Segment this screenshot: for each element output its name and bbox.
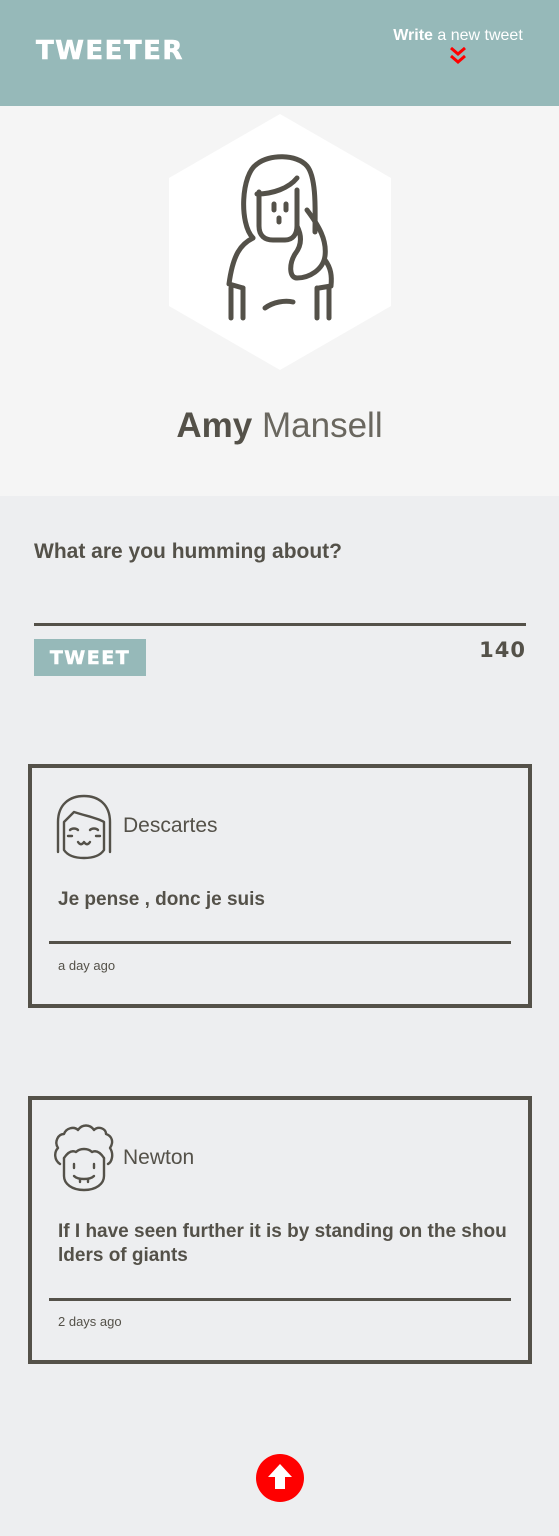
tweet-text-input[interactable] [34, 532, 526, 626]
tweet-divider [49, 941, 511, 944]
character-counter: 140 [479, 638, 526, 662]
tweet-timestamp: a day ago [58, 958, 116, 973]
top-nav: TWEETER Write a new tweet [0, 0, 559, 106]
tweet-author[interactable]: Newton [123, 1146, 194, 1170]
profile-first-name: Amy [176, 406, 253, 445]
compose-toggle-bold: Write [393, 27, 433, 44]
brand-logo[interactable]: TWEETER [36, 36, 184, 67]
woman-avatar-icon [169, 114, 391, 370]
tweet-text: Je pense , donc je suis [58, 889, 265, 910]
tweet-card: Descartes Je pense , donc je suis a day … [28, 764, 532, 1008]
chevron-double-down-icon [450, 47, 466, 64]
arrow-up-icon [268, 1464, 292, 1489]
tweet-divider [49, 1298, 511, 1301]
scroll-to-top-button[interactable] [256, 1454, 304, 1502]
tweet-text: If I have seen further it is by standing… [58, 1221, 507, 1266]
profile-last-name: Mansell [262, 406, 383, 445]
write-new-tweet-toggle[interactable]: Write a new tweet [390, 27, 526, 75]
tweet-timestamp: 2 days ago [58, 1314, 122, 1329]
tweet-card: Newton If I have seen further it is by s… [28, 1096, 532, 1364]
tweet-author[interactable]: Descartes [123, 814, 218, 838]
curly-hair-man-avatar-icon [54, 1124, 114, 1192]
profile-section: Amy Mansell [0, 106, 559, 496]
compose-toggle-rest: a new tweet [432, 27, 523, 44]
tweet-button[interactable]: TWEET [34, 639, 146, 676]
smiling-girl-avatar-icon [56, 794, 112, 860]
profile-name: Amy Mansell [0, 406, 559, 446]
